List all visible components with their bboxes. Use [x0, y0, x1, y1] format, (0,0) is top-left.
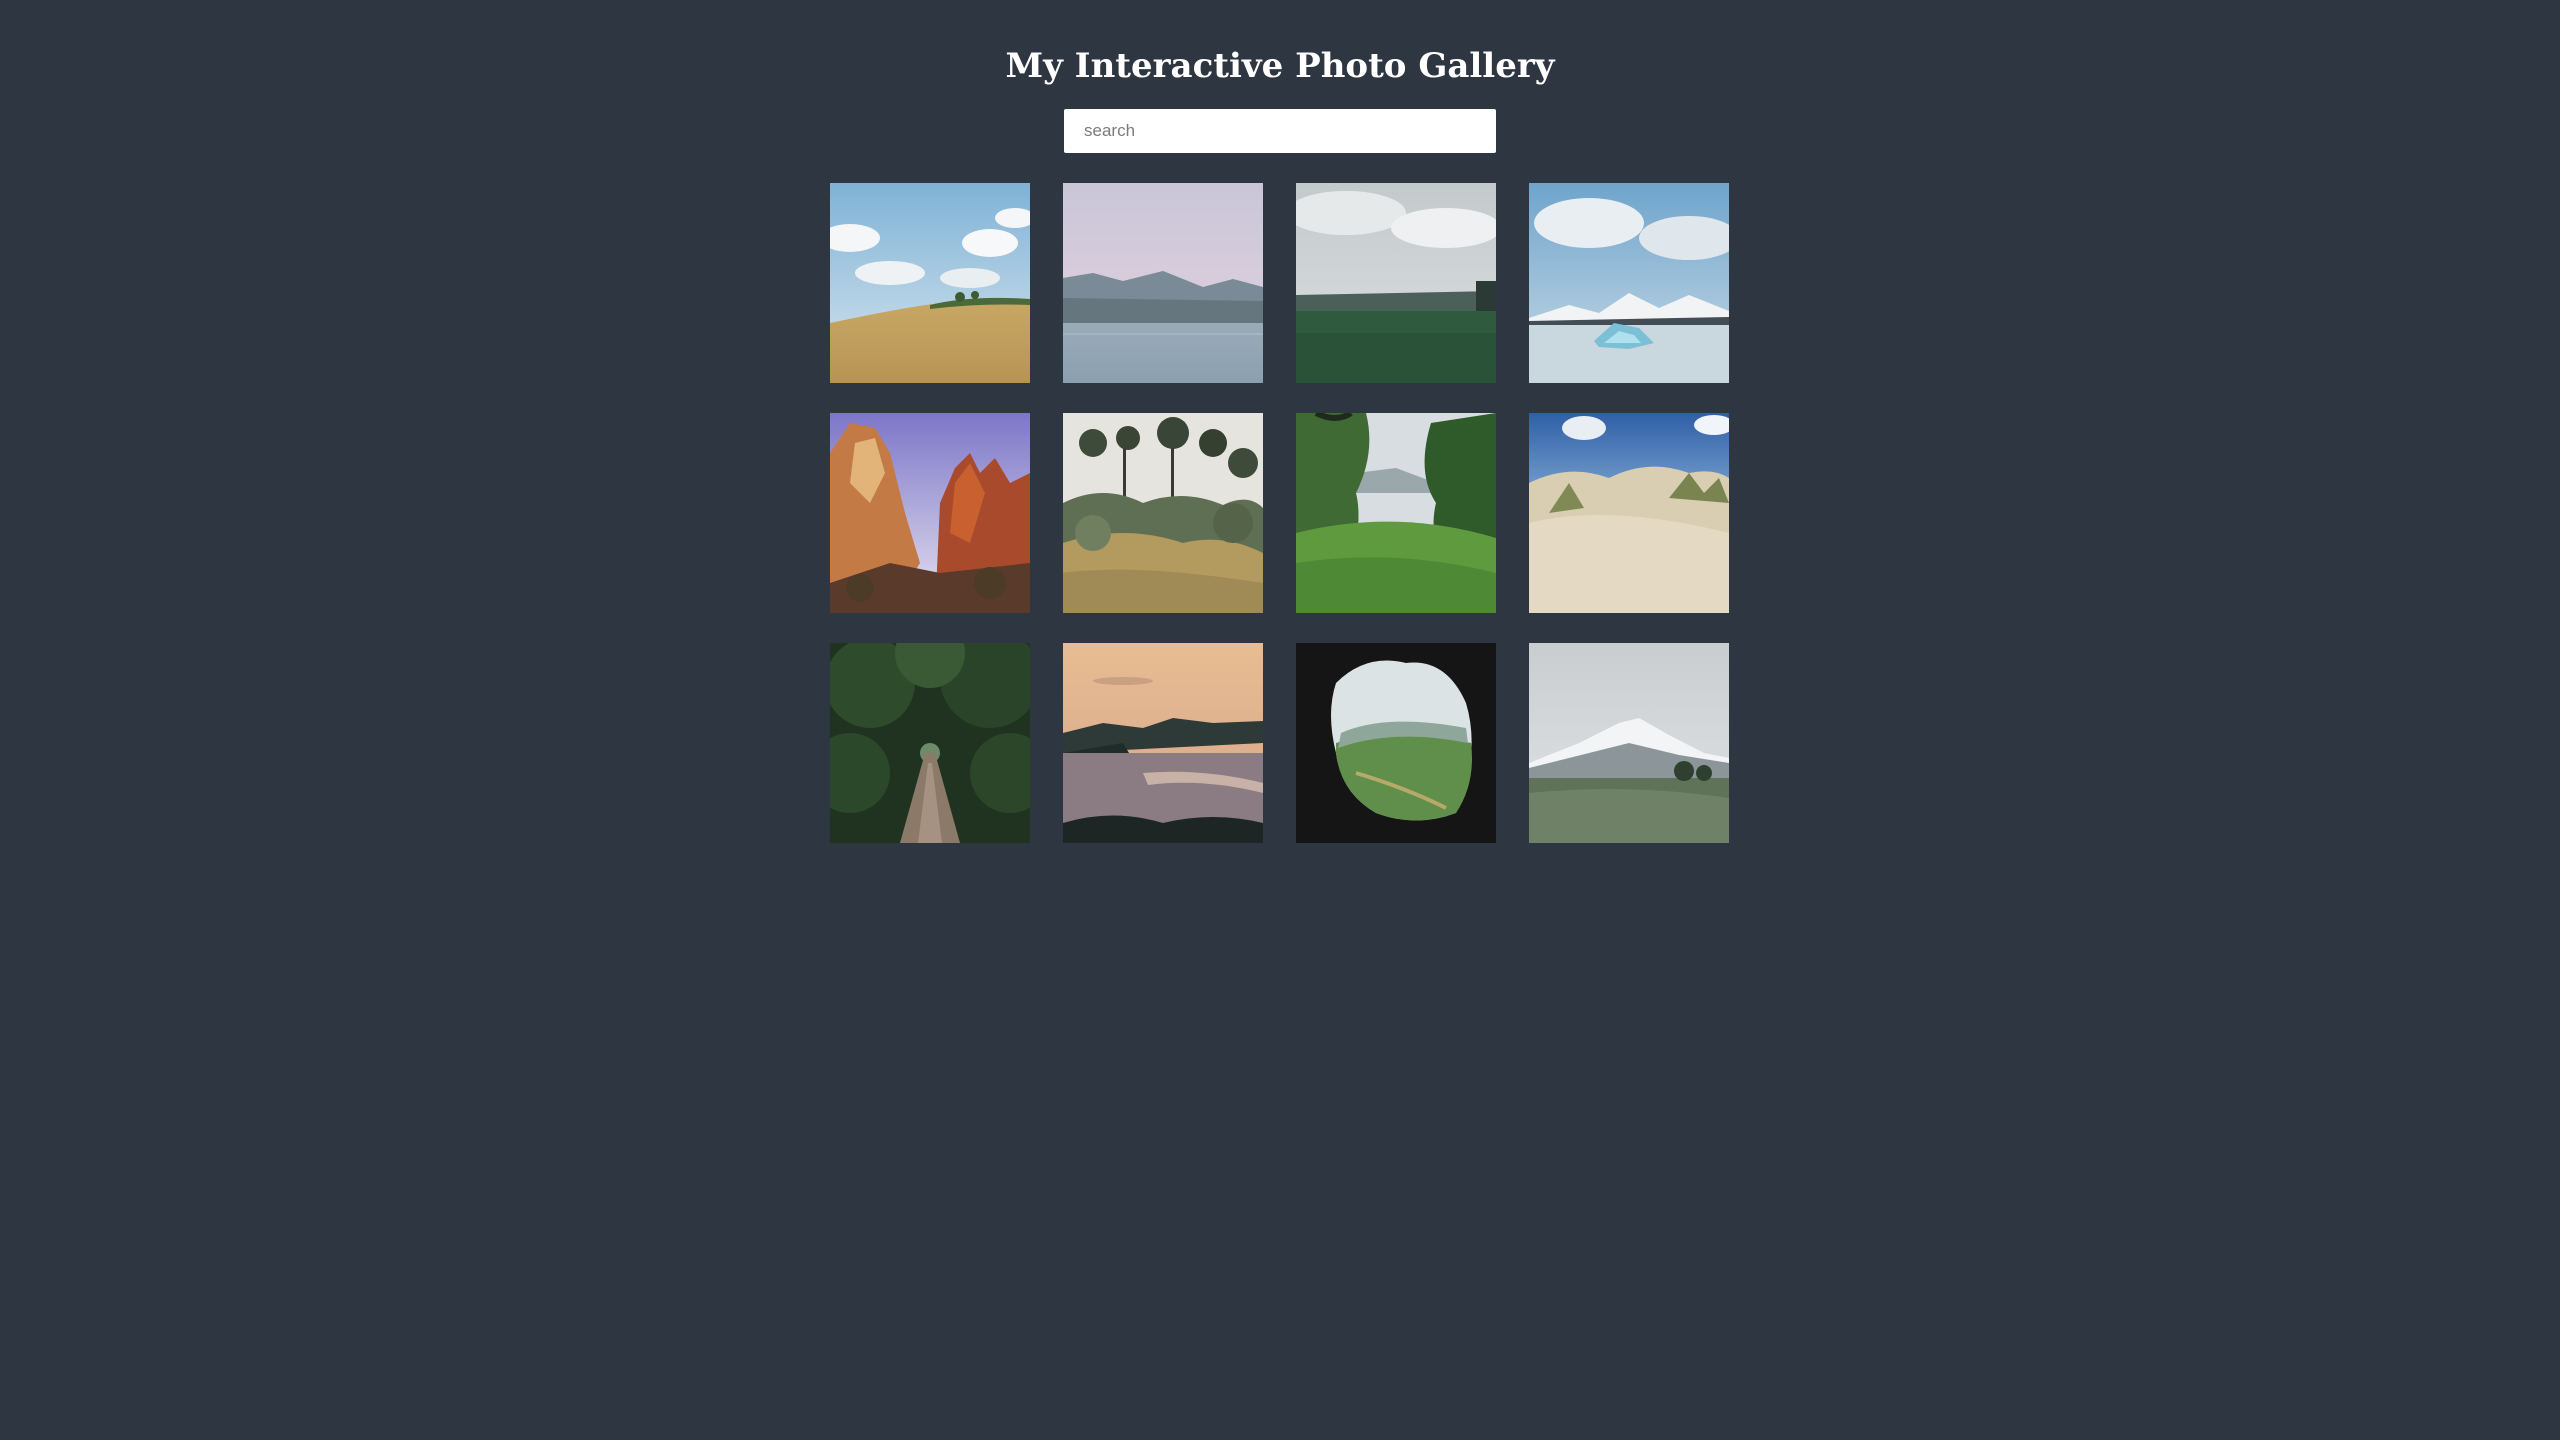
page-title: My Interactive Photo Gallery — [1005, 46, 1555, 86]
photo-coastal-sunset[interactable] — [1063, 643, 1263, 843]
photo-mountain-lake[interactable] — [1063, 183, 1263, 383]
photo-grid — [830, 183, 1729, 843]
photo-snowy-mountain-meadow[interactable] — [1529, 643, 1729, 843]
photo-red-canyon[interactable] — [830, 413, 1030, 613]
photo-sand-dunes[interactable] — [1529, 413, 1729, 613]
photo-glacier-lagoon[interactable] — [1529, 183, 1729, 383]
photo-forest-valley[interactable] — [1296, 413, 1496, 613]
photo-tree-tunnel-path[interactable] — [830, 643, 1030, 843]
photo-cave-opening-valley[interactable] — [1296, 643, 1496, 843]
photo-hillside-field[interactable] — [830, 183, 1030, 383]
search-input[interactable] — [1064, 109, 1496, 153]
photo-garden-shrubs[interactable] — [1063, 413, 1263, 613]
photo-green-meadow[interactable] — [1296, 183, 1496, 383]
